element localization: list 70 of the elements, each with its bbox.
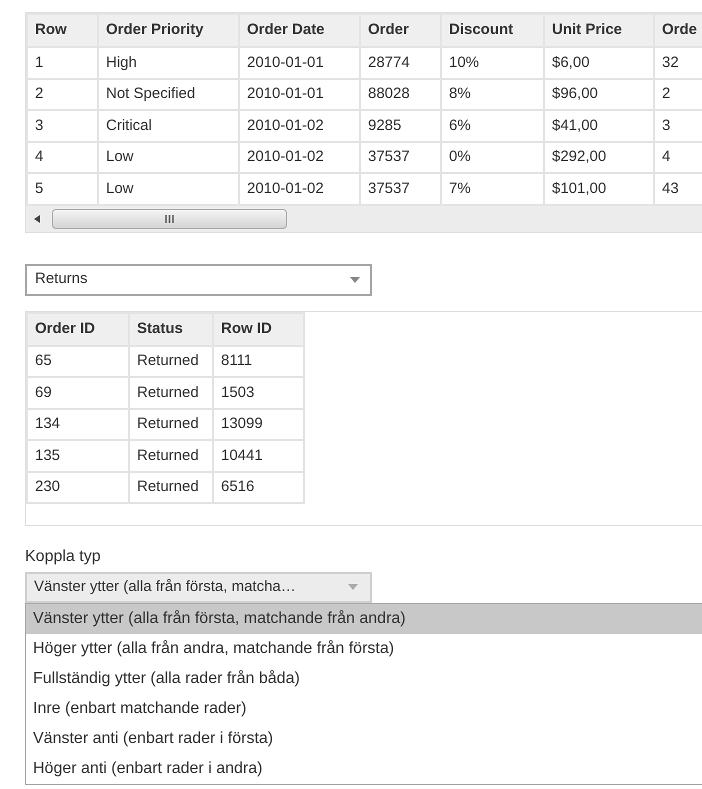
table-cell: Returned	[129, 377, 213, 408]
table-cell: 2	[27, 78, 98, 110]
dropdown-option[interactable]: Vänster ytter (alla från första, matchande från andra)	[26, 604, 702, 634]
table-cell: Critical	[98, 110, 239, 142]
table-cell: 135	[27, 440, 129, 472]
column-header[interactable]: Order Date	[239, 14, 360, 47]
scroll-left-icon[interactable]	[34, 214, 40, 222]
table-cell: 28774	[360, 47, 441, 78]
table-cell: 32	[654, 47, 702, 78]
table-cell: 37537	[360, 173, 441, 204]
table-cell: Returned	[129, 408, 213, 440]
column-header[interactable]: Order Priority	[98, 14, 239, 47]
table-cell: 4	[27, 142, 98, 173]
table-dropdown[interactable]: Returns	[25, 264, 372, 296]
table-cell: High	[98, 47, 239, 78]
table-cell: Returned	[129, 440, 213, 472]
table-cell: 10%	[441, 47, 544, 78]
table-cell: 6516	[213, 472, 304, 503]
table-cell: 65	[27, 346, 129, 377]
dropdown-arrow-icon	[348, 584, 358, 590]
table-cell: Returned	[129, 472, 213, 503]
column-header[interactable]: Unit Price	[544, 14, 654, 47]
table-cell: $6,00	[544, 47, 654, 78]
join-type-dropdown[interactable]: Vänster ytter (alla från första, matcha…	[25, 572, 372, 602]
table-cell: 2	[654, 78, 702, 110]
table-cell: 2010-01-02	[239, 173, 360, 204]
column-header[interactable]: Status	[129, 312, 213, 346]
scrollbar-thumb[interactable]	[52, 208, 287, 228]
table-cell: $101,00	[544, 173, 654, 204]
table-cell: $96,00	[544, 78, 654, 110]
table-cell: 8111	[213, 346, 304, 377]
horizontal-scrollbar[interactable]	[26, 206, 702, 232]
table-cell: 2010-01-02	[239, 142, 360, 173]
column-header[interactable]: Order ID	[27, 312, 129, 346]
table-cell: 6%	[441, 110, 544, 142]
table-cell: 9285	[360, 110, 441, 142]
table-cell: $292,00	[544, 142, 654, 173]
table-cell: 230	[27, 472, 129, 503]
join-type-label: Koppla typ	[25, 546, 102, 566]
table-cell: 43	[654, 173, 702, 204]
table-cell: 13099	[213, 408, 304, 440]
table-cell: 10441	[213, 440, 304, 472]
table-cell: Returned	[129, 346, 213, 377]
table-cell: 0%	[441, 142, 544, 173]
column-header[interactable]: Orde	[654, 14, 702, 47]
table-cell: 3	[27, 110, 98, 142]
table-cell: Low	[98, 173, 239, 204]
table-cell: Not Specified	[98, 78, 239, 110]
table-cell: 134	[27, 408, 129, 440]
grip-icon	[165, 214, 174, 222]
table-cell: 2010-01-02	[239, 110, 360, 142]
column-header[interactable]: Row	[27, 14, 98, 47]
table-cell: 2010-01-01	[239, 47, 360, 78]
table-cell: 2010-01-01	[239, 78, 360, 110]
column-header[interactable]: Row ID	[213, 312, 304, 346]
table-cell: 1503	[213, 377, 304, 408]
table-cell: 7%	[441, 173, 544, 204]
table-cell: Low	[98, 142, 239, 173]
table-cell: 4	[654, 142, 702, 173]
column-header[interactable]: Discount	[441, 14, 544, 47]
column-header[interactable]: Order	[360, 14, 441, 47]
dropdown-arrow-icon	[350, 276, 360, 282]
table-cell: $41,00	[544, 110, 654, 142]
table-cell: 8%	[441, 78, 544, 110]
table-cell: 69	[27, 377, 129, 408]
table-cell: 3	[654, 110, 702, 142]
table-cell: 5	[27, 173, 98, 204]
table-cell: 88028	[360, 78, 441, 110]
table-cell: 37537	[360, 142, 441, 173]
table-cell: 1	[27, 47, 98, 78]
